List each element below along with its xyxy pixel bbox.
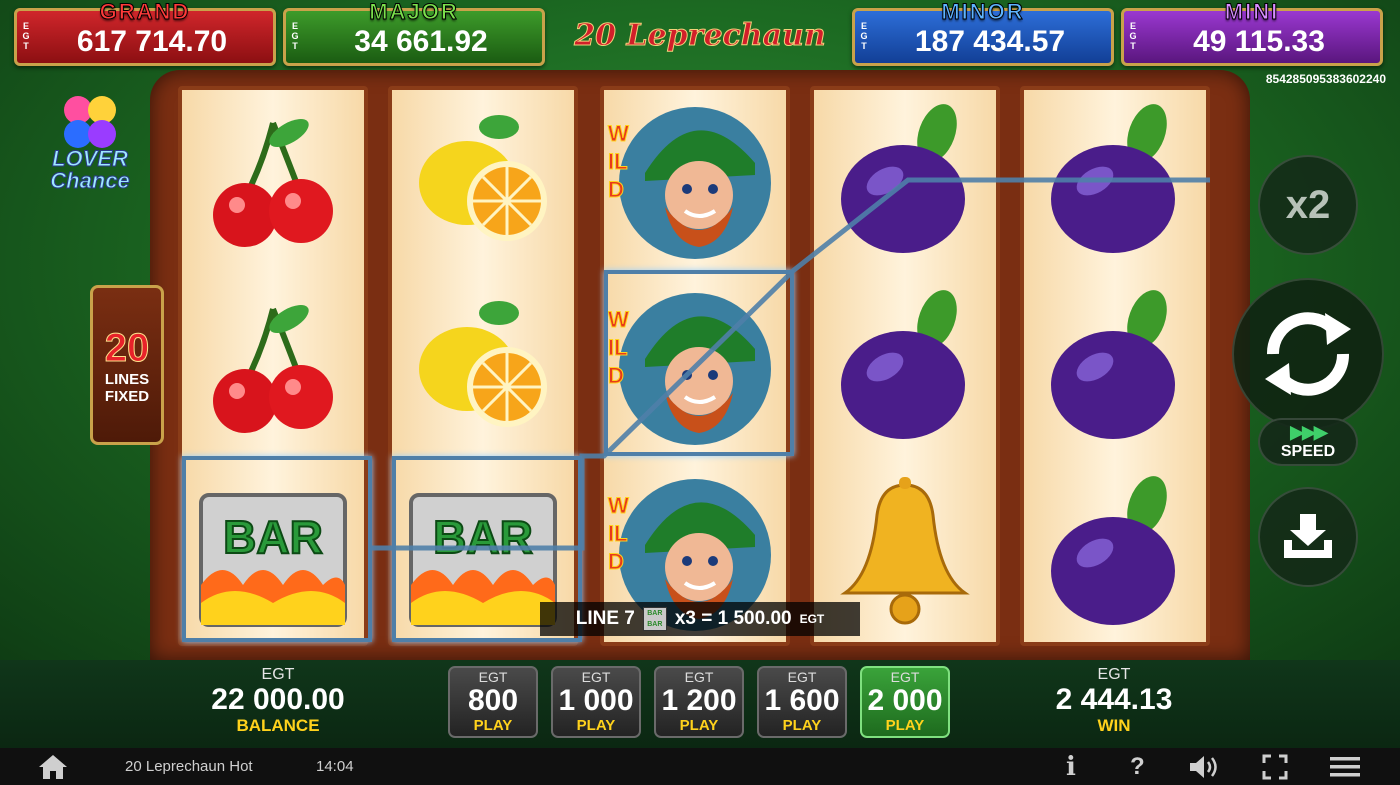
bet-value: 1 200 [661,684,737,717]
game-logo: 20 Leprechaun Hot [574,18,826,114]
lover-chance-label: LOVER Chance [50,146,130,193]
fullscreen-button[interactable] [1262,748,1288,785]
jackpot-minor: MINOR EGT 187 434.57 [852,0,1114,66]
bet-value: 1 600 [764,684,840,717]
lemon-symbol [392,90,574,276]
game-name: 20 Leprechaun Hot [125,758,253,775]
bet-button-1200[interactable]: EGT 1 200 PLAY [654,666,744,738]
jackpot-bar: GRAND EGT 617 714.70 MAJOR EGT 34 661.92… [0,0,1400,114]
win-highlight-reel3 [604,270,794,456]
collect-button[interactable] [1258,487,1358,587]
bet-value: 2 000 [867,684,943,717]
bet-button-2000[interactable]: EGT 2 000 PLAY [860,666,950,738]
plum-symbol [1024,276,1206,462]
bet-play-label: PLAY [885,717,925,734]
bet-button-1000[interactable]: EGT 1 000 PLAY [551,666,641,738]
bet-button-1600[interactable]: EGT 1 600 PLAY [757,666,847,738]
jackpot-major: MAJOR EGT 34 661.92 [283,0,545,66]
bet-value: 1 000 [558,684,634,717]
balance-display: EGT 22 000.00 BALANCE [178,666,378,736]
plum-symbol [814,276,996,462]
jackpot-major-value: 34 661.92 [354,25,488,58]
win-highlight-reel1 [182,456,372,642]
lines-label: LINES [104,371,150,388]
reel-4 [810,86,1000,646]
jackpot-mini-title: MINI [1224,0,1280,25]
wild-symbol-label: WILD [608,121,630,203]
cherry-symbol [182,276,364,462]
jackpot-minor-value: 187 434.57 [914,25,1066,58]
wild-symbol: WILD [604,90,786,276]
bet-play-label: PLAY [473,717,513,734]
win-display: EGT 2 444.13 WIN [1014,666,1214,736]
bet-play-label: PLAY [679,717,719,734]
jackpot-mini-value: 49 115.33 [1193,25,1325,58]
balance-value: 22 000.00 [211,683,345,716]
jackpot-grand: GRAND EGT 617 714.70 [14,0,276,66]
plum-symbol [814,90,996,276]
x2-button[interactable]: x2 [1258,155,1358,255]
lines-number: 20 [104,326,150,371]
bet-play-label: PLAY [782,717,822,734]
info-button[interactable]: i [1066,748,1076,785]
lemon-symbol [392,276,574,462]
sound-button[interactable] [1188,748,1220,785]
bet-play-label: PLAY [576,717,616,734]
wild-symbol-label: WILD [608,493,630,575]
bet-panel: EGT 22 000.00 BALANCE EGT 800 PLAY EGT 1… [0,660,1400,748]
win-value: 2 444.13 [1055,683,1173,716]
win-line-label: LINE 7 BAR BAR x3 = 1 500.00 EGT [540,602,860,636]
lines-fixed-label: FIXED [104,388,150,405]
spin-button[interactable] [1232,278,1384,430]
win-line-currency: EGT [799,612,825,626]
lines-indicator: 20 LINES FIXED [90,285,164,445]
speaker-icon [1190,755,1217,778]
plum-symbol [1024,90,1206,276]
speed-label: SPEED [1280,443,1336,460]
bet-value: 800 [467,684,519,717]
ticket-id: 854285095383602240 [1265,72,1386,86]
jackpot-mini: MINI EGT 49 115.33 [1121,0,1383,66]
bet-button-800[interactable]: EGT 800 PLAY [448,666,538,738]
jackpot-minor-title: MINOR [941,0,1025,25]
jackpot-grand-title: GRAND [99,0,191,25]
speed-button[interactable]: ▶▶▶ SPEED [1258,418,1358,466]
jackpot-major-title: MAJOR [369,0,459,25]
win-line-multiplier: x3 = 1 500.00 [674,608,792,629]
status-bar: 20 Leprechaun Hot 14:04 i ? [0,748,1400,785]
lover-chance-button[interactable]: LOVER Chance [30,90,150,200]
balance-label: BALANCE [236,716,320,735]
balance-currency: EGT [261,666,295,683]
download-tray-icon [1284,514,1332,558]
reel-5 [1020,86,1210,646]
jackpot-grand-value: 617 714.70 [76,25,228,58]
help-button[interactable]: ? [1130,748,1145,785]
hamburger-menu-icon [1330,756,1360,776]
home-button[interactable] [38,748,68,785]
cherry-symbol [182,90,364,276]
jackpot-minor-currency: EGT [860,21,868,51]
menu-button[interactable] [1330,748,1360,785]
win-currency: EGT [1097,666,1131,683]
jackpot-mini-currency: EGT [1129,21,1137,51]
plum-symbol [1024,462,1206,648]
win-line-number: LINE 7 [575,608,635,629]
fullscreen-icon [1262,754,1288,779]
win-label: WIN [1097,716,1131,735]
clock: 14:04 [316,758,354,775]
home-icon [39,754,67,779]
jackpot-major-currency: EGT [291,21,299,51]
mini-bar-icon: BAR BAR [642,607,667,631]
spin-arrows-icon [1265,312,1351,396]
speed-arrows-icon: ▶▶▶ [1290,422,1328,442]
jackpot-grand-currency: EGT [22,21,30,51]
